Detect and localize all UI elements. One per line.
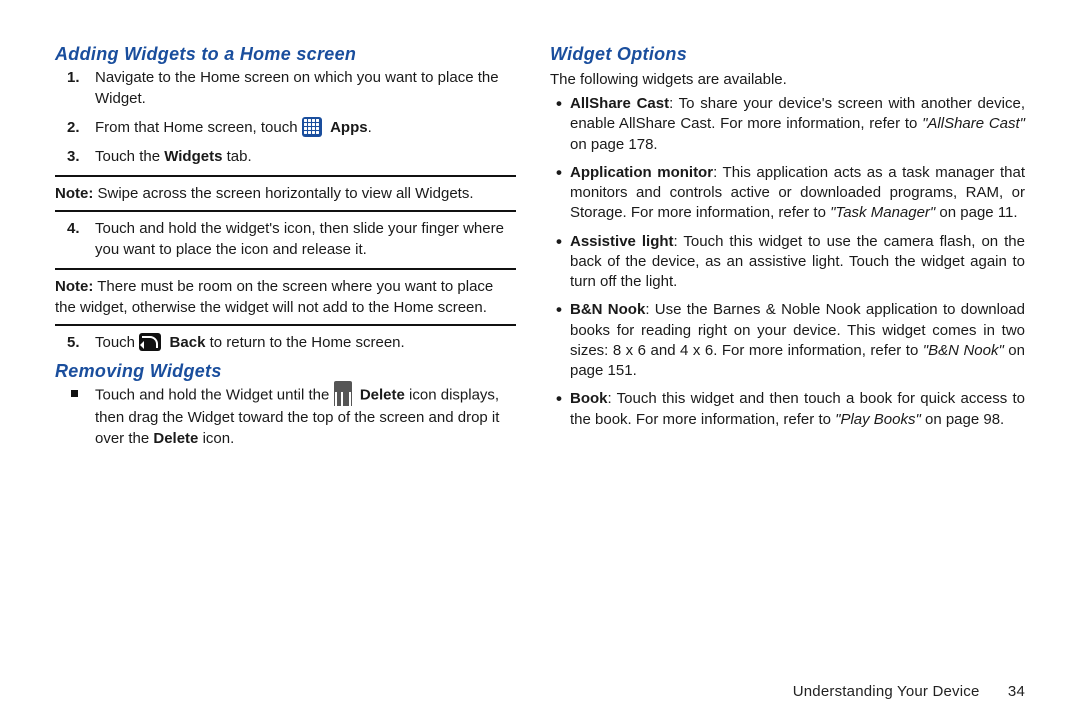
step-4: Touch and hold the widget's icon, then s… bbox=[95, 218, 516, 260]
remove-step: Touch and hold the Widget until the Dele… bbox=[95, 384, 516, 449]
cross-reference: "B&N Nook" bbox=[923, 342, 1004, 359]
heading-removing-widgets: Removing Widgets bbox=[55, 361, 516, 382]
widget-option-item: B&N Nook: Use the Barnes & Noble Nook ap… bbox=[570, 300, 1025, 381]
step-1: Navigate to the Home screen on which you… bbox=[95, 67, 516, 109]
step-2: From that Home screen, touch Apps. bbox=[95, 117, 516, 138]
step-5: Touch Back to return to the Home screen. bbox=[95, 332, 516, 353]
widget-option-item: AllShare Cast: To share your device's sc… bbox=[570, 94, 1025, 155]
apps-grid-icon bbox=[302, 117, 322, 137]
divider bbox=[55, 210, 516, 212]
heading-adding-widgets: Adding Widgets to a Home screen bbox=[55, 44, 516, 65]
widget-option-name: B&N Nook bbox=[570, 301, 645, 318]
apps-label: Apps bbox=[330, 119, 368, 136]
page-number: 34 bbox=[1008, 683, 1025, 700]
delete-trash-icon bbox=[334, 383, 352, 406]
right-column: Widget Options The following widgets are… bbox=[540, 40, 1025, 720]
widget-option-item: Application monitor: This application ac… bbox=[570, 163, 1025, 224]
heading-widget-options: Widget Options bbox=[550, 44, 1025, 65]
widget-option-name: Application monitor bbox=[570, 164, 713, 181]
widget-option-item: Book: Touch this widget and then touch a… bbox=[570, 389, 1025, 430]
chapter-title: Understanding Your Device bbox=[793, 683, 980, 700]
widget-option-name: AllShare Cast bbox=[570, 95, 669, 112]
divider bbox=[55, 175, 516, 177]
back-icon bbox=[139, 333, 161, 351]
cross-reference: "Play Books" bbox=[835, 411, 921, 428]
options-intro: The following widgets are available. bbox=[550, 69, 1025, 90]
note-1: Note: Swipe across the screen horizontal… bbox=[55, 183, 516, 204]
widget-option-name: Assistive light bbox=[570, 233, 674, 250]
delete-label-1: Delete bbox=[360, 387, 405, 404]
cross-reference: "Task Manager" bbox=[830, 204, 935, 221]
note-2: Note: There must be room on the screen w… bbox=[55, 276, 516, 318]
divider bbox=[55, 324, 516, 326]
back-label: Back bbox=[170, 334, 206, 351]
divider bbox=[55, 268, 516, 270]
widget-option-name: Book bbox=[570, 390, 608, 407]
cross-reference: "AllShare Cast" bbox=[922, 115, 1025, 132]
page-footer: Understanding Your Device 34 bbox=[793, 683, 1025, 700]
left-column: Adding Widgets to a Home screen Navigate… bbox=[55, 40, 540, 720]
widget-options-list: AllShare Cast: To share your device's sc… bbox=[550, 94, 1025, 430]
widget-option-item: Assistive light: Touch this widget to us… bbox=[570, 232, 1025, 293]
step-3: Touch the Widgets tab. bbox=[95, 146, 516, 167]
delete-label-2: Delete bbox=[153, 430, 198, 447]
